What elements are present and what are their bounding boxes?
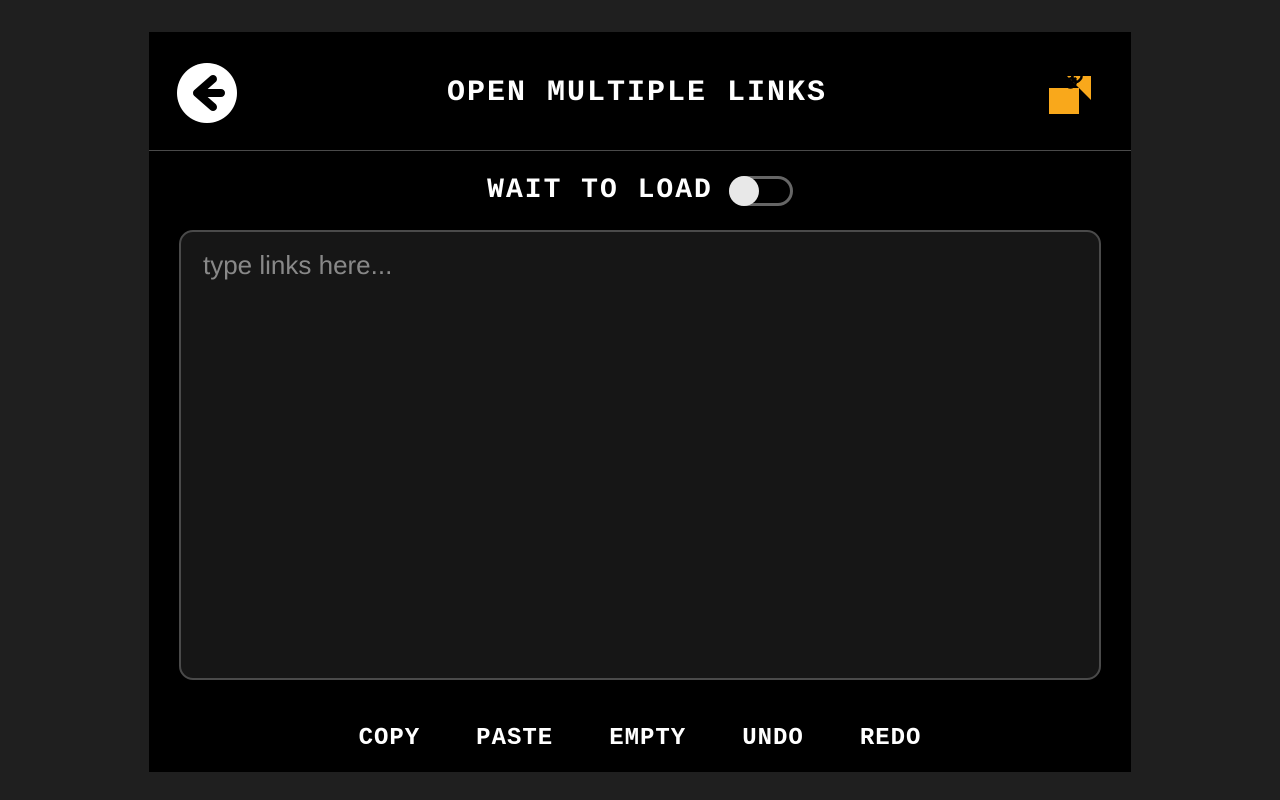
wait-to-load-label: WAIT TO LOAD bbox=[487, 175, 713, 206]
wait-to-load-toggle[interactable] bbox=[729, 176, 793, 206]
action-bar: COPY PASTE EMPTY UNDO REDO bbox=[149, 707, 1131, 772]
links-input[interactable] bbox=[179, 230, 1101, 680]
back-arrow-icon bbox=[185, 71, 229, 115]
back-button[interactable] bbox=[177, 63, 237, 123]
undo-button[interactable]: UNDO bbox=[742, 725, 804, 752]
wait-to-load-row: WAIT TO LOAD bbox=[149, 151, 1131, 230]
redo-button[interactable]: REDO bbox=[860, 725, 922, 752]
app-logo-icon bbox=[1037, 60, 1103, 126]
header: OPEN MULTIPLE LINKS bbox=[149, 32, 1131, 151]
copy-button[interactable]: COPY bbox=[359, 725, 421, 752]
main-panel: OPEN MULTIPLE LINKS WAIT TO LOAD COPY PA… bbox=[149, 32, 1131, 772]
empty-button[interactable]: EMPTY bbox=[609, 725, 686, 752]
textarea-container bbox=[149, 230, 1131, 707]
toggle-knob bbox=[729, 176, 759, 206]
paste-button[interactable]: PASTE bbox=[476, 725, 553, 752]
page-title: OPEN MULTIPLE LINKS bbox=[447, 76, 827, 110]
